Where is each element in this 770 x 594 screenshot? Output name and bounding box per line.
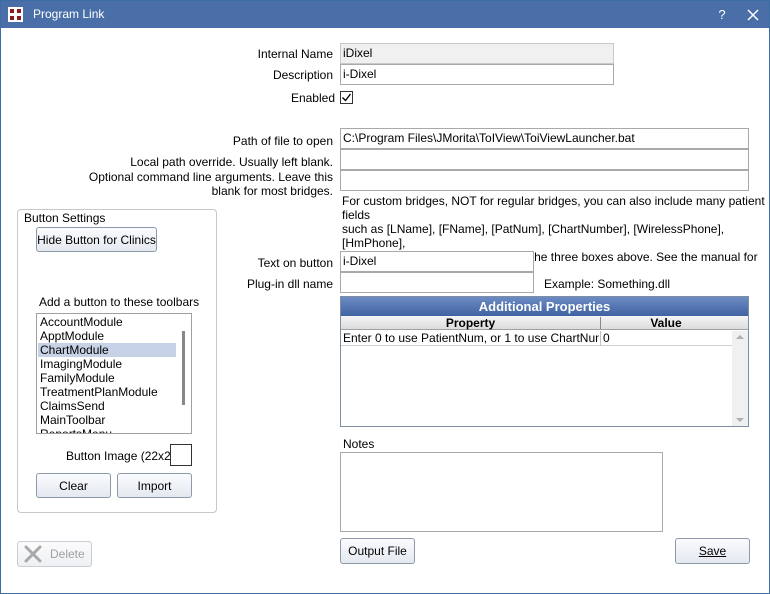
cmd-args-label-line2: blank for most bridges.: [211, 184, 333, 198]
button-image-label: Button Image (22x22): [66, 449, 182, 463]
toolbars-scroll-thumb[interactable]: [182, 331, 185, 405]
internal-name-label: Internal Name: [257, 47, 333, 61]
plugin-example: Example: Something.dll: [544, 277, 671, 291]
path-label: Path of file to open: [232, 134, 333, 148]
description-field[interactable]: i-Dixel: [340, 64, 614, 85]
toolbar-list-item[interactable]: ApptModule: [38, 329, 176, 343]
hide-button-for-clinics-button[interactable]: Hide Button for Clinics: [36, 227, 157, 252]
button-image-preview: [170, 444, 192, 466]
grid-cell-property: Enter 0 to use PatientNum, or 1 to use C…: [343, 331, 599, 345]
import-button[interactable]: Import: [117, 473, 192, 498]
plugin-label: Plug-in dll name: [246, 277, 333, 291]
toolbar-list-item[interactable]: MainToolbar: [38, 413, 176, 427]
checkmark-icon: [342, 93, 352, 102]
help-button[interactable]: ?: [712, 5, 732, 25]
toolbars-listbox[interactable]: AccountModule ApptModule ChartModule Imagin…: [36, 313, 192, 434]
internal-name-field[interactable]: iDixel: [340, 43, 614, 64]
description-label: Description: [272, 68, 333, 82]
toolbars-list: AccountModule ApptModule ChartModule Imagin…: [38, 315, 176, 433]
enabled-checkbox[interactable]: [340, 91, 353, 104]
grid-title: Additional Properties: [341, 297, 748, 316]
delete-icon: [24, 545, 42, 563]
toolbar-list-item[interactable]: TreatmentPlanModule: [38, 385, 176, 399]
plugin-field[interactable]: [340, 272, 534, 293]
cmd-args-label-line1: Optional command line arguments. Leave t…: [88, 170, 333, 184]
scroll-down-icon[interactable]: [732, 414, 748, 426]
toolbars-scrollbar[interactable]: [176, 314, 191, 433]
grid-rows: Enter 0 to use PatientNum, or 1 to use C…: [341, 331, 732, 346]
clear-button[interactable]: Clear: [36, 473, 111, 498]
toolbar-list-item[interactable]: ReportsMenu: [38, 427, 176, 433]
save-button-label: Save: [698, 544, 727, 558]
local-path-field[interactable]: [340, 149, 749, 170]
grid-cell-divider: [600, 331, 601, 346]
close-icon[interactable]: [743, 5, 763, 25]
toolbar-list-item[interactable]: AccountModule: [38, 315, 176, 329]
path-field[interactable]: C:\Program Files\JMorita\ToIView\ToiView…: [340, 128, 749, 149]
button-settings-title: Button Settings: [22, 211, 108, 225]
grid-scrollbar[interactable]: [732, 331, 748, 426]
button-text-label: Text on button: [257, 256, 333, 270]
grid-cell-value[interactable]: 0: [603, 331, 731, 345]
toolbar-list-item[interactable]: ChartModule: [38, 343, 176, 357]
grid-header: Property Value: [341, 316, 748, 330]
toolbar-list-item[interactable]: FamilyModule: [38, 371, 176, 385]
app-icon: [8, 7, 23, 22]
toolbar-list-item[interactable]: ImagingModule: [38, 357, 176, 371]
save-button[interactable]: Save: [675, 538, 750, 564]
local-path-label: Local path override. Usually left blank.: [130, 155, 333, 169]
notes-label: Notes: [343, 437, 375, 451]
grid-row[interactable]: Enter 0 to use PatientNum, or 1 to use C…: [341, 331, 732, 346]
help-line-1: For custom bridges, NOT for regular brid…: [342, 194, 765, 222]
enabled-label: Enabled: [290, 91, 335, 105]
button-text-field[interactable]: i-Dixel: [340, 251, 534, 272]
delete-button[interactable]: Delete: [17, 541, 92, 567]
toolbars-label: Add a button to these toolbars: [39, 295, 200, 309]
delete-button-label: Delete: [50, 547, 85, 561]
col-header-value[interactable]: Value: [601, 316, 731, 330]
toolbar-list-item[interactable]: ClaimsSend: [38, 399, 176, 413]
help-line-2: such as [LName], [FName], [PatNum], [Cha…: [342, 222, 725, 250]
notes-field[interactable]: [340, 452, 663, 532]
program-link-window: Program Link ? Internal Name iDixel Desc…: [0, 0, 770, 594]
window-title: Program Link: [33, 7, 105, 21]
col-header-property[interactable]: Property: [341, 316, 600, 330]
cmd-args-field[interactable]: [340, 170, 749, 191]
title-bar[interactable]: Program Link ?: [1, 1, 769, 28]
additional-properties-grid: Additional Properties Property Value Ent…: [340, 296, 749, 427]
output-file-button[interactable]: Output File: [340, 538, 415, 564]
scroll-up-icon[interactable]: [732, 331, 748, 343]
